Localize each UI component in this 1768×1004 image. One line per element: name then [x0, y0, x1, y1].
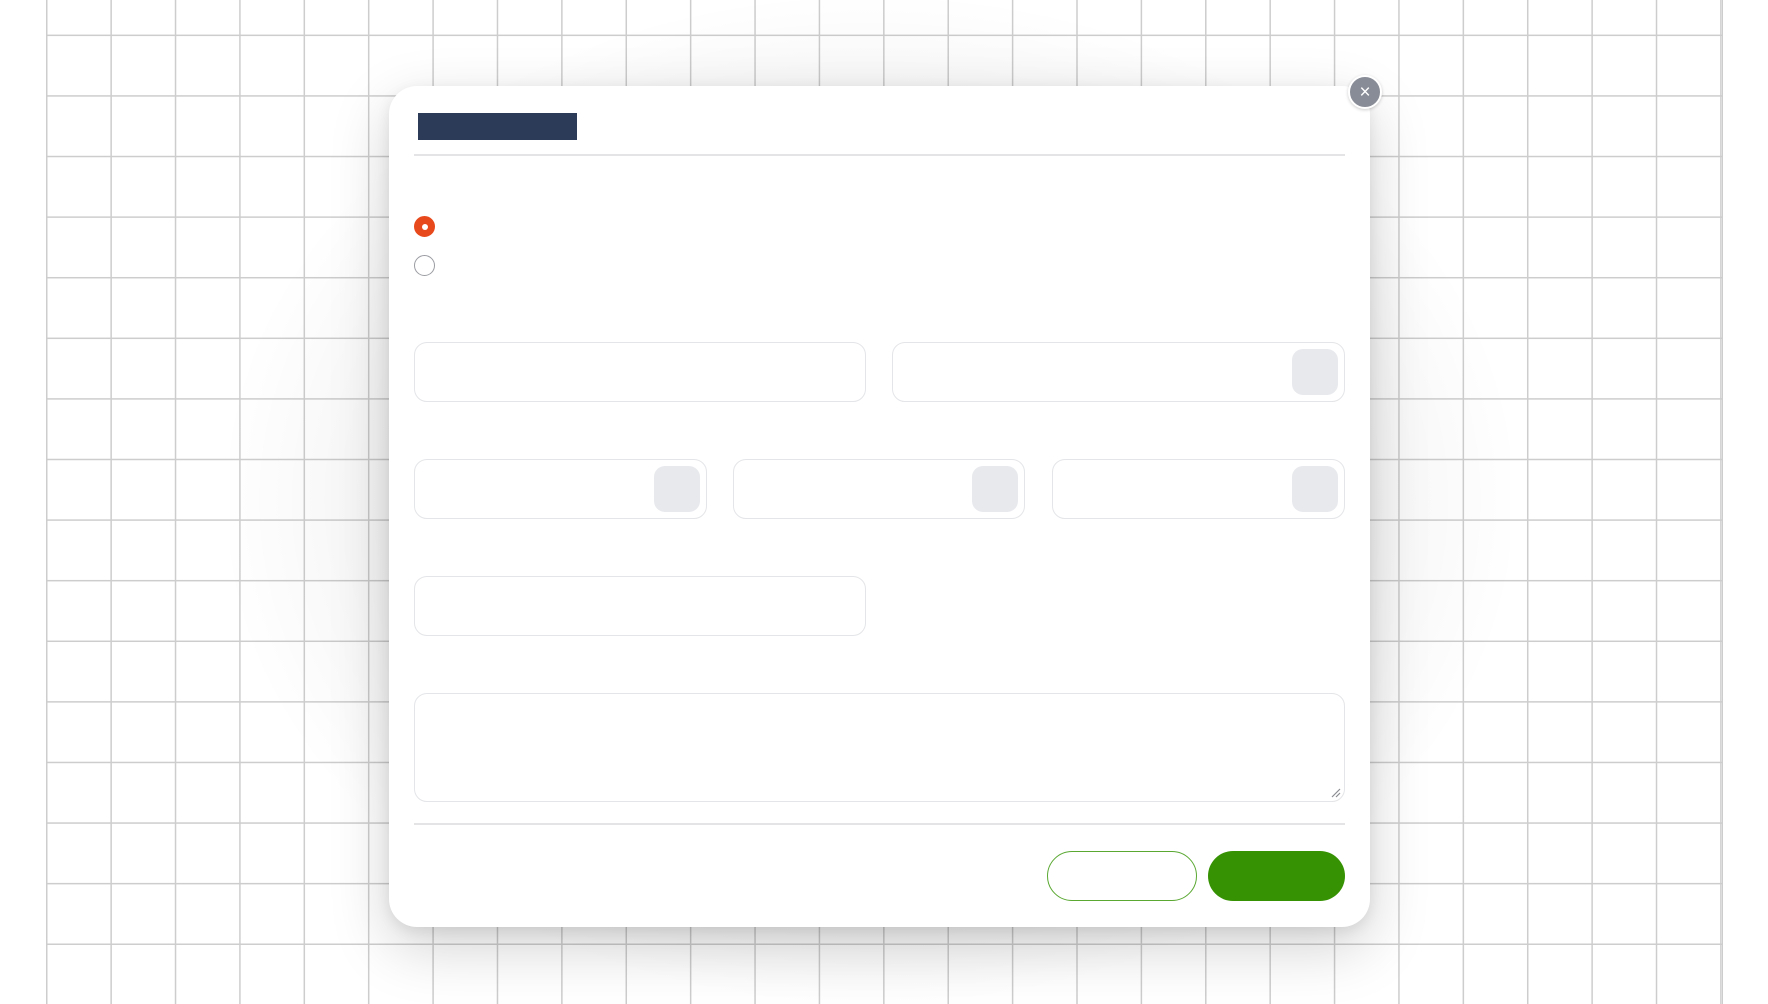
dialog-title	[418, 113, 577, 140]
close-button[interactable]: ×	[1348, 75, 1382, 109]
option-radio-1[interactable]	[414, 216, 435, 237]
notes-textarea[interactable]	[414, 693, 1345, 802]
select-input-row2-b[interactable]	[733, 459, 1025, 519]
header-divider	[414, 154, 1345, 156]
select-input-row1-right[interactable]	[892, 342, 1345, 402]
select-input-row2-c[interactable]	[1052, 459, 1345, 519]
resize-handle-icon[interactable]	[1330, 787, 1341, 798]
option-radio-2[interactable]	[414, 255, 435, 276]
picker-icon[interactable]	[1292, 466, 1338, 512]
footer-divider	[414, 823, 1345, 825]
cancel-button[interactable]	[1047, 851, 1197, 901]
text-input-row3[interactable]	[414, 576, 866, 636]
picker-icon[interactable]	[654, 466, 700, 512]
picker-icon[interactable]	[1292, 349, 1338, 395]
close-icon: ×	[1359, 81, 1371, 103]
picker-icon[interactable]	[972, 466, 1018, 512]
select-input-row2-a[interactable]	[414, 459, 707, 519]
text-input-row1-left[interactable]	[414, 342, 866, 402]
submit-button[interactable]	[1208, 851, 1345, 901]
